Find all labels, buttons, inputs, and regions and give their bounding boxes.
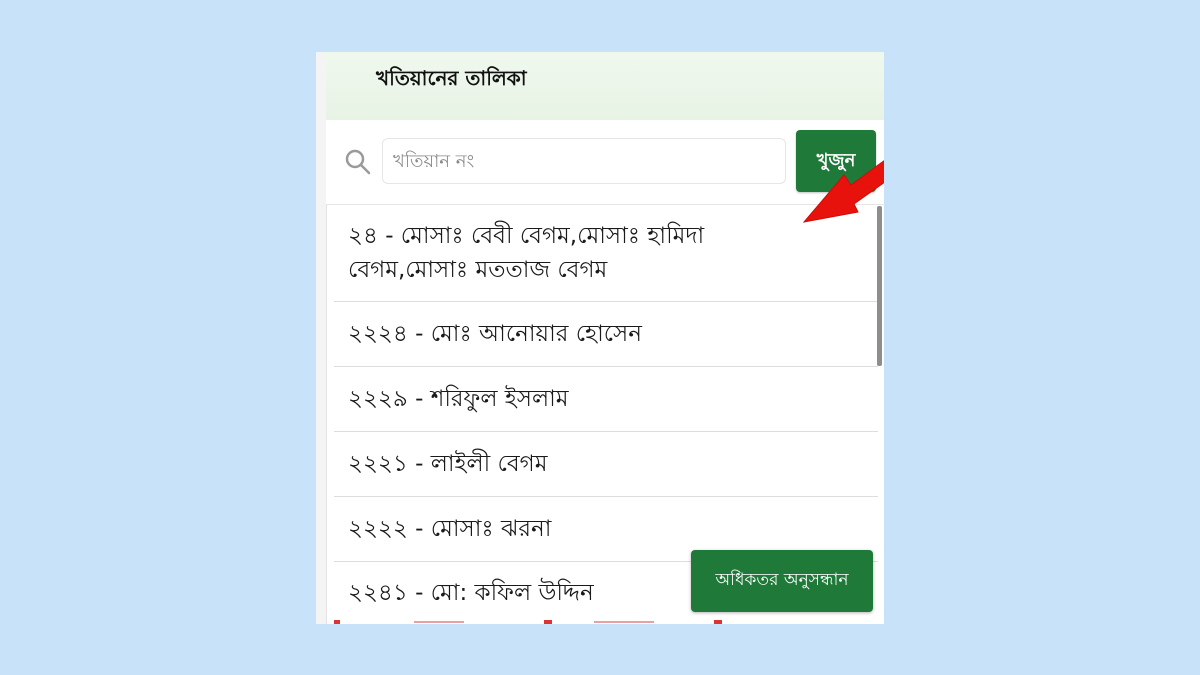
search-icon	[344, 148, 372, 176]
list-item-label: ২২২২ - মোসাঃ ঝরনা	[348, 516, 552, 542]
list-item-label: ২২৪১ - মো: কফিল উদ্দিন	[348, 580, 594, 606]
list-item-label: ২২২১ - লাইলী বেগম	[348, 451, 548, 477]
list-item[interactable]: ২২২৯ - শরিফুল ইসলাম	[334, 367, 878, 432]
arrow-icon	[802, 160, 884, 223]
list-item-label: ২২২৯ - শরিফুল ইসলাম	[348, 386, 569, 412]
list-item[interactable]: ২২২৪ - মোঃ আনোয়ার হোসেন	[334, 302, 878, 367]
list-item[interactable]: ২২২১ - লাইলী বেগম	[334, 432, 878, 497]
header: খতিয়ানের তালিকা	[326, 52, 884, 121]
page-title: খতিয়ানের তালিকা	[376, 66, 527, 90]
scrollbar[interactable]	[877, 206, 882, 366]
list-item-label: ২৪ - মোসাঃ বেবী বেগম,মোসাঃ হামিদা বেগম,ম…	[348, 222, 705, 283]
next-row-partial	[334, 620, 722, 624]
khatian-list-panel: খতিয়ানের তালিকা খুজুন ২৪ - মোসাঃ বেবী ব…	[316, 52, 884, 624]
list-item-label: ২২২৪ - মোঃ আনোয়ার হোসেন	[348, 321, 642, 347]
advanced-search-button[interactable]: অধিকতর অনুসন্ধান	[691, 550, 873, 612]
search-input[interactable]	[382, 138, 786, 184]
